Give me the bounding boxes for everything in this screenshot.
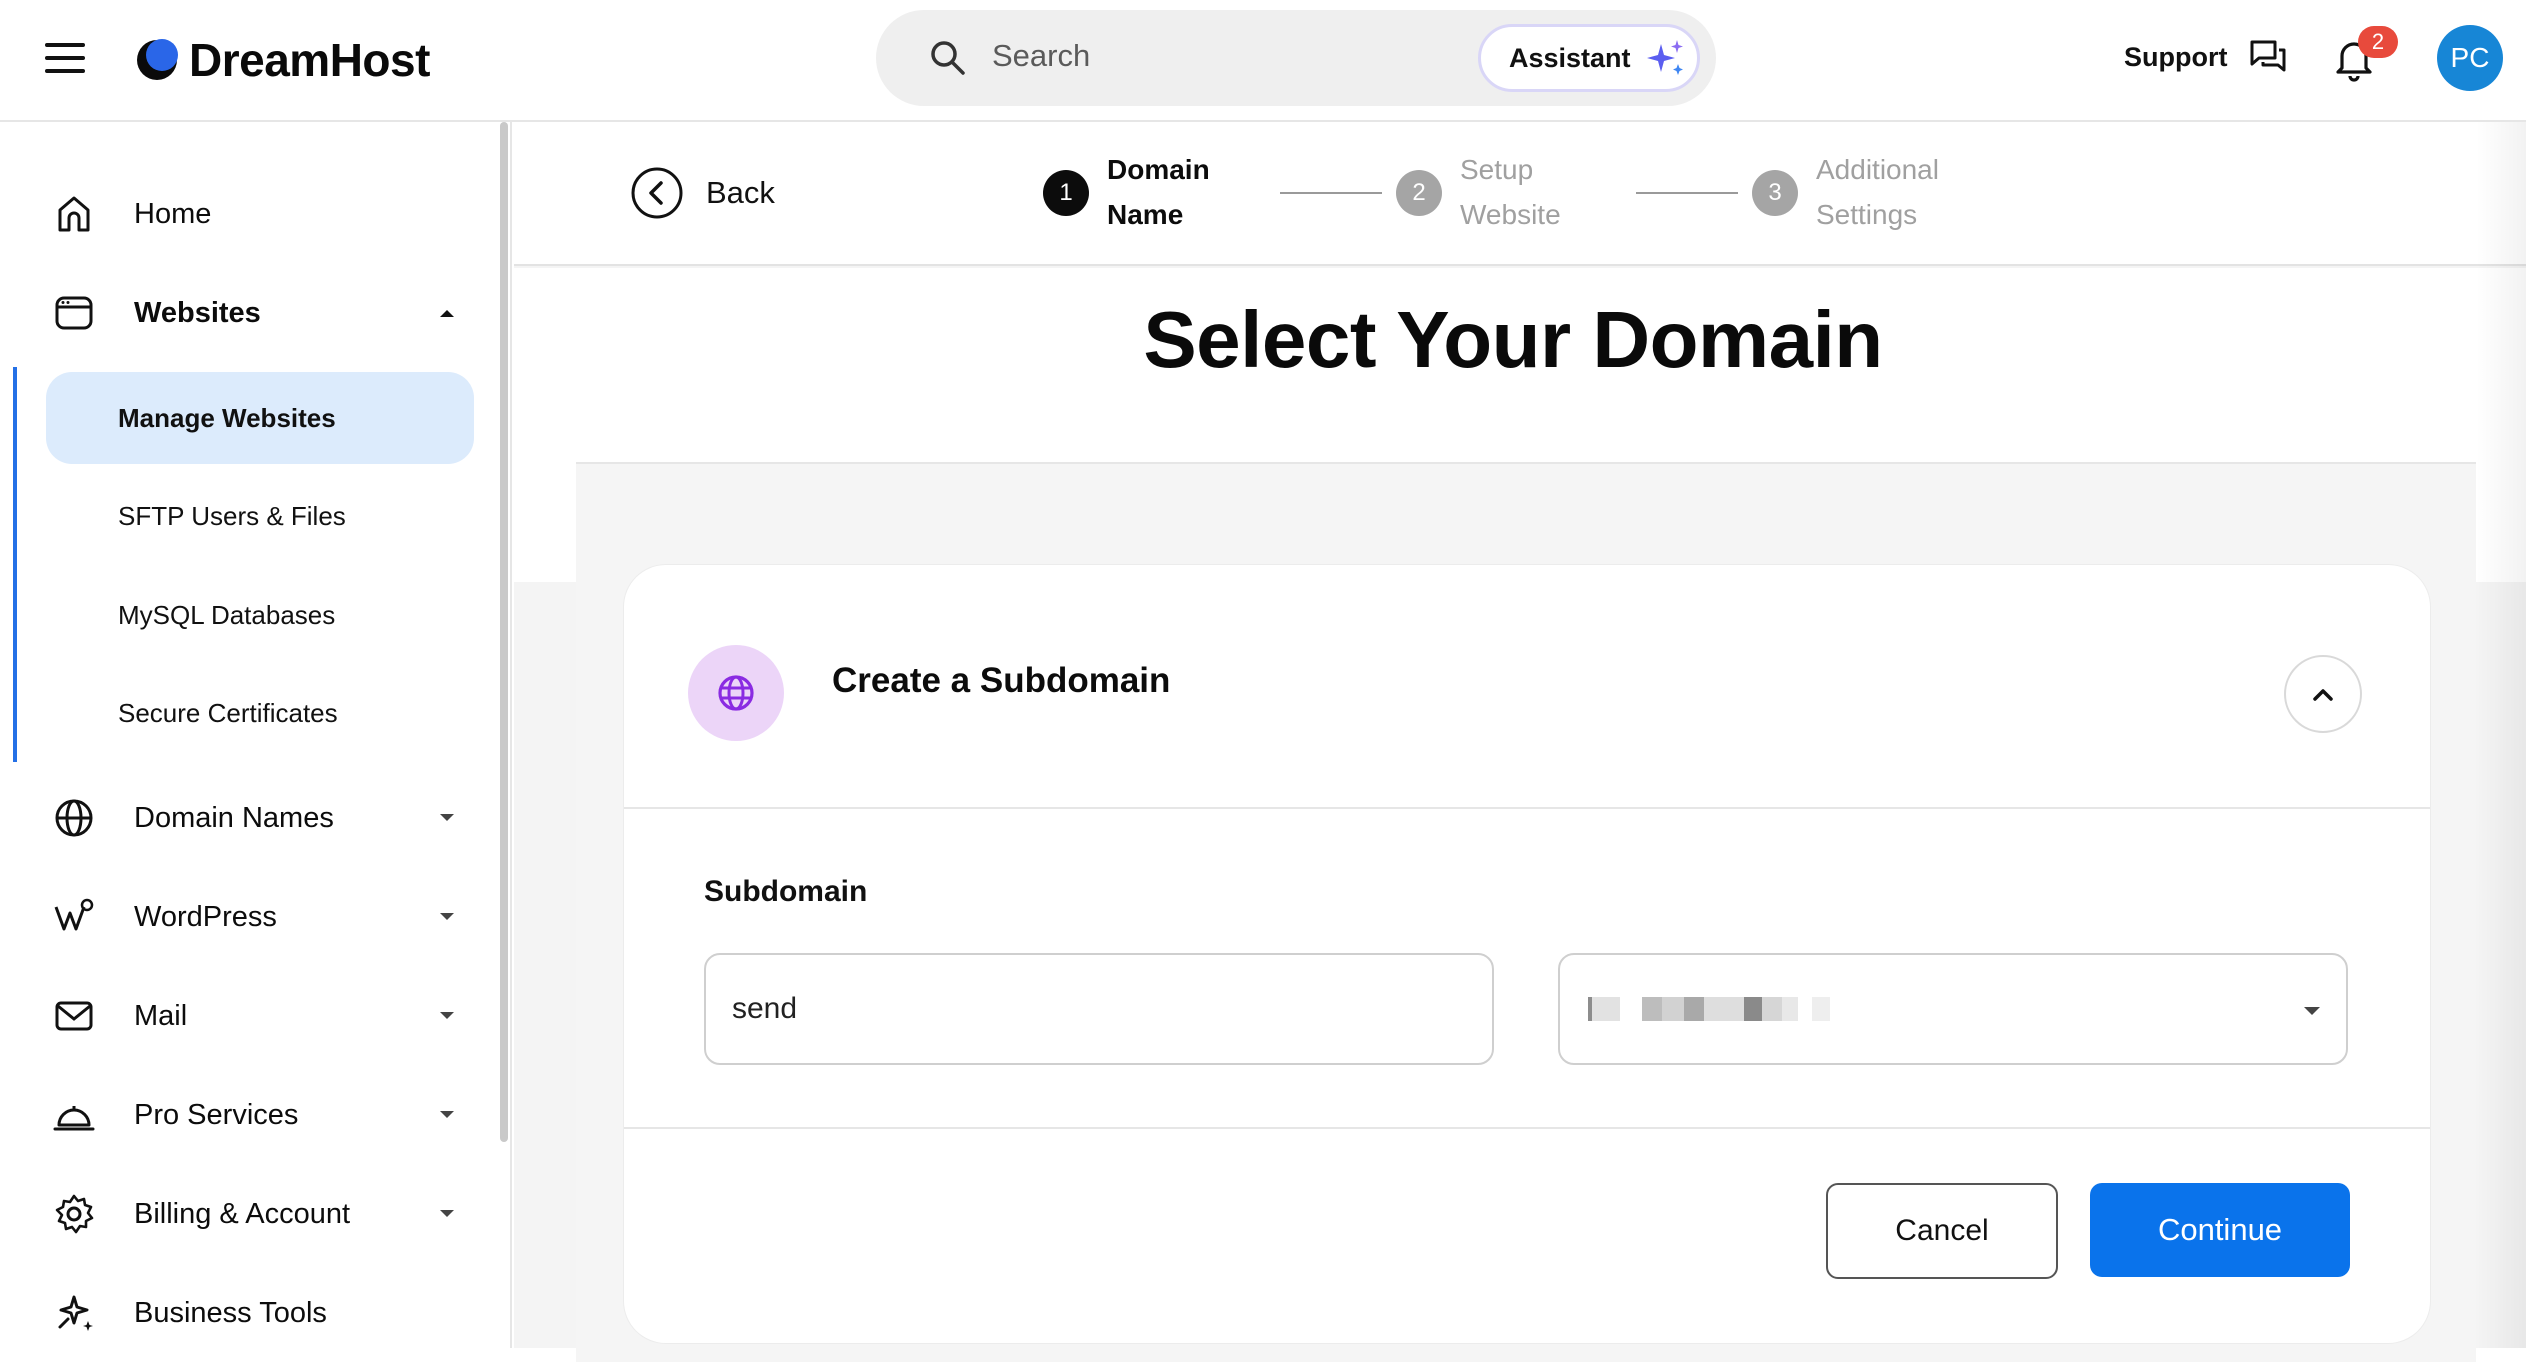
wizard-stepbar: Back 1 Domain Name 2 Setup Website 3 Add… (514, 122, 2526, 266)
dreamhost-moon-icon (137, 39, 178, 80)
user-avatar[interactable]: PC (2437, 25, 2503, 91)
step-3-line2: Settings (1816, 199, 1918, 230)
sparkle-tools-icon (58, 1295, 93, 1331)
create-subdomain-card: Create a Subdomain Subdomain send Cancel… (624, 565, 2430, 1343)
sidebar-item-label: Websites (134, 296, 261, 329)
card-divider (624, 1127, 2430, 1129)
step-3-number: 3 (1752, 170, 1798, 216)
notification-badge: 2 (2358, 26, 2398, 58)
sidebar-item-label: WordPress (134, 900, 277, 933)
sidebar-subitem-manage-websites[interactable]: Manage Websites (46, 372, 474, 464)
caret-down-icon (440, 1012, 454, 1019)
chat-icon (2250, 40, 2286, 72)
sidebar-item-label: Billing & Account (134, 1197, 351, 1230)
sidebar-subitem-label: Manage Websites (118, 402, 336, 433)
caret-down-icon (2304, 1007, 2320, 1015)
globe-badge (688, 645, 784, 741)
collapse-button[interactable] (2284, 655, 2362, 733)
page-title: Select Your Domain (1143, 295, 1883, 384)
scroll-shadow (2476, 122, 2526, 1348)
chevron-up-icon (2313, 689, 2333, 701)
caret-down-icon (440, 1210, 454, 1217)
globe-icon (718, 675, 754, 711)
sidebar-subitem-label: SFTP Users & Files (118, 500, 346, 531)
sidebar-subitem-label: MySQL Databases (118, 599, 336, 630)
caret-up-icon (440, 310, 454, 317)
chevron-left-icon (631, 167, 683, 219)
caret-down-icon (440, 913, 454, 920)
search-bar[interactable]: Search Assistant (876, 10, 1716, 106)
step-1-line2: Name (1107, 199, 1184, 230)
step-2-number: 2 (1396, 170, 1442, 216)
step-2-line2: Website (1460, 199, 1561, 230)
assistant-label: Assistant (1509, 42, 1631, 73)
step-connector (1280, 192, 1382, 194)
sidebar-subitem-label: Secure Certificates (118, 697, 338, 728)
sidebar-item-wordpress[interactable]: WordPress (0, 882, 490, 952)
main-content: Back 1 Domain Name 2 Setup Website 3 Add… (514, 122, 2526, 1362)
sidebar-item-pro-services[interactable]: Pro Services (0, 1080, 490, 1150)
top-header: DreamHost Search Assistant Support 2 PC (0, 0, 2526, 122)
step-3-line1: Additional (1816, 154, 1939, 185)
browser-window-icon (55, 296, 93, 330)
step-1-line1: Domain (1107, 154, 1210, 185)
mail-icon (55, 1001, 93, 1031)
sidebar-item-business-tools[interactable]: Business Tools (0, 1278, 490, 1348)
sidebar-scrollbar[interactable] (500, 122, 508, 1142)
caret-down-icon (440, 814, 454, 821)
sidebar-subitem-secure-certificates[interactable]: Secure Certificates (46, 667, 474, 759)
card-divider (624, 807, 2430, 809)
sidebar-item-label: Domain Names (134, 801, 334, 834)
sidebar-item-label: Pro Services (134, 1098, 299, 1131)
submenu-rail (13, 367, 17, 762)
sidebar-item-domain-names[interactable]: Domain Names (0, 783, 490, 853)
sidebar-item-home[interactable]: Home (0, 179, 490, 249)
dreamhost-logo[interactable]: DreamHost (135, 30, 430, 90)
caret-down-icon (440, 1111, 454, 1118)
service-bell-icon (53, 1106, 95, 1131)
subdomain-label: Subdomain (704, 875, 868, 908)
step-1-label: Domain Name (1107, 147, 1210, 237)
step-connector (1636, 192, 1738, 194)
redacted-domain-value (1588, 997, 1830, 1021)
card-title: Create a Subdomain (832, 661, 1171, 700)
sidebar-item-billing-account[interactable]: Billing & Account (0, 1179, 490, 1249)
search-placeholder: Search (992, 38, 1091, 73)
sidebar-item-websites[interactable]: Websites (0, 278, 490, 348)
back-button[interactable]: Back (630, 166, 775, 220)
gear-icon (55, 1194, 94, 1234)
step-3-label: Additional Settings (1816, 147, 1939, 237)
support-label: Support (2124, 41, 2228, 72)
brand-name: DreamHost (189, 34, 430, 86)
assistant-button[interactable]: Assistant (1478, 24, 1700, 92)
menu-icon[interactable] (45, 43, 85, 77)
cancel-button[interactable]: Cancel (1826, 1183, 2058, 1279)
sparkle-icon (1646, 40, 1683, 75)
sidebar: Home Websites Manage Websites SFTP Users… (0, 122, 512, 1348)
sidebar-subitem-mysql-databases[interactable]: MySQL Databases (46, 569, 474, 661)
wordpress-icon (54, 898, 94, 931)
step-1-number: 1 (1043, 170, 1089, 216)
domain-select[interactable] (1558, 953, 2348, 1065)
sidebar-item-label: Mail (134, 999, 188, 1032)
search-icon (931, 41, 965, 75)
sidebar-item-label: Business Tools (134, 1296, 327, 1329)
back-label: Back (706, 175, 775, 210)
sidebar-item-mail[interactable]: Mail (0, 981, 490, 1051)
subdomain-input[interactable] (704, 953, 1494, 1065)
step-2-label: Setup Website (1460, 147, 1561, 237)
support-link[interactable]: Support (2124, 38, 2287, 76)
sidebar-item-label: Home (134, 197, 212, 230)
step-2-line1: Setup (1460, 154, 1534, 185)
home-icon (58, 196, 90, 232)
sidebar-subitem-sftp-users[interactable]: SFTP Users & Files (46, 470, 474, 562)
globe-icon (55, 799, 93, 837)
continue-button[interactable]: Continue (2090, 1183, 2350, 1277)
